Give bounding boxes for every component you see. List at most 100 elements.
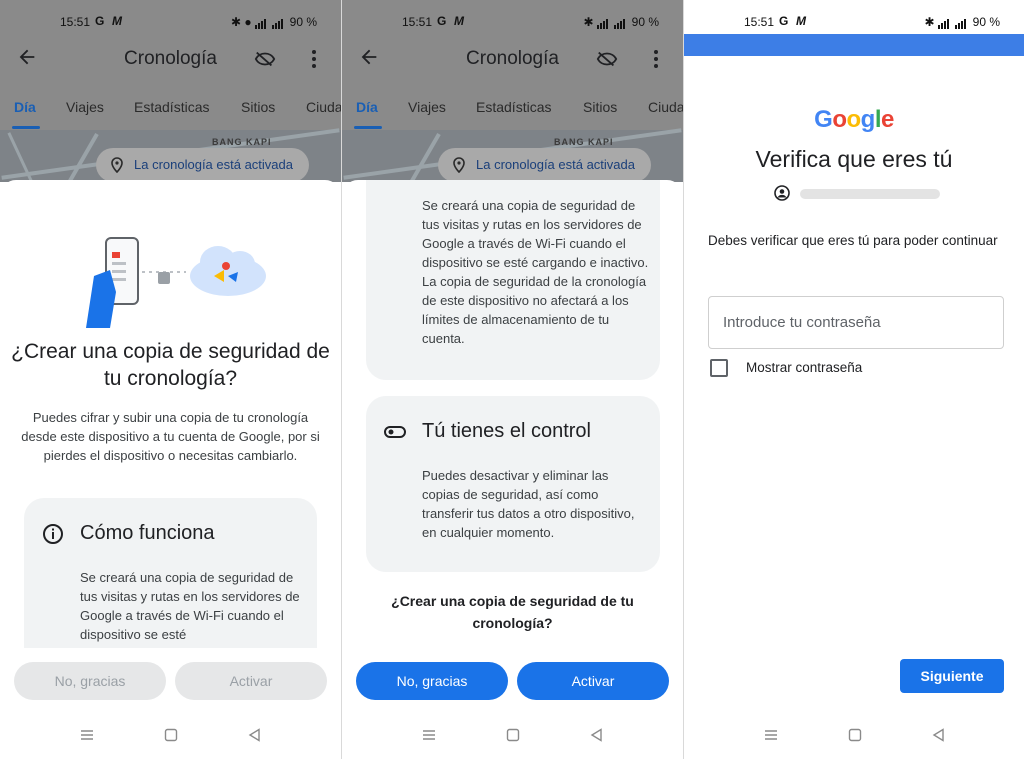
logo-letter: e — [881, 106, 894, 133]
location-off-icon[interactable] — [595, 48, 619, 70]
status-time: 15:51 — [744, 15, 775, 29]
backup-bottom-sheet: ¿Crear una copia de seguridad de tu cron… — [0, 180, 341, 660]
menu-nav-icon[interactable] — [764, 728, 778, 742]
decline-button[interactable]: No, gracias — [356, 662, 508, 700]
location-pin-icon — [111, 157, 123, 173]
signal-icon-2 — [614, 15, 626, 29]
password-input[interactable] — [708, 296, 1004, 349]
timeline-status-chip[interactable]: La cronología está activada — [438, 148, 651, 182]
action-bar: No, gracias Activar — [0, 648, 341, 759]
home-nav-icon[interactable] — [848, 728, 862, 742]
logo-letter: o — [846, 106, 861, 133]
google-logo: Google — [684, 106, 1024, 134]
chip-label: La cronología está activada — [476, 157, 635, 172]
status-bar: 15:51 G M ✱ 90 % — [342, 0, 683, 42]
app-bar: Cronología — [0, 42, 341, 78]
location-pin-icon — [453, 157, 465, 173]
back-nav-icon[interactable] — [590, 728, 604, 742]
menu-nav-icon[interactable] — [422, 728, 436, 742]
action-bar: No, gracias Activar — [342, 648, 683, 759]
home-nav-icon[interactable] — [506, 728, 520, 742]
activate-button[interactable]: Activar — [517, 662, 669, 700]
tab-sitios[interactable]: Sitios — [583, 99, 617, 115]
map-label: BANG KAPI — [212, 137, 272, 147]
tab-bar: Día Viajes Estadísticas Sitios Ciuda — [342, 92, 683, 129]
tab-viajes[interactable]: Viajes — [408, 99, 446, 115]
gmail-app-icon: M — [454, 14, 464, 28]
page-title: Cronología — [124, 48, 217, 69]
tab-indicator — [354, 126, 382, 129]
more-options-icon[interactable] — [308, 48, 320, 70]
backup-bottom-sheet-scrolled: Se creará una copia de seguridad de tus … — [342, 180, 683, 660]
system-nav-bar — [0, 726, 341, 748]
more-options-icon[interactable] — [650, 48, 662, 70]
verify-title: Verifica que eres tú — [755, 146, 953, 172]
tab-ciudades[interactable]: Ciuda — [648, 99, 683, 115]
activate-button[interactable]: Activar — [175, 662, 327, 700]
how-it-works-card: Se creará una copia de seguridad de tus … — [366, 180, 660, 380]
chip-label: La cronología está activada — [134, 157, 293, 172]
battery-level: 90 % — [972, 15, 1000, 29]
status-right: ✱ 90 % — [925, 15, 1000, 29]
tab-ciudades[interactable]: Ciuda — [306, 99, 341, 115]
bluetooth-icon: ✱ — [230, 15, 242, 29]
google-verify-screen: 15:51 G M ✱ 90 % Google Verifica que ere… — [684, 0, 1024, 759]
decline-button[interactable]: No, gracias — [14, 662, 166, 700]
back-nav-icon[interactable] — [248, 728, 262, 742]
google-app-icon: G — [95, 14, 105, 28]
battery-level: 90 % — [289, 15, 317, 29]
location-icon: ● — [244, 15, 252, 29]
signal-icon — [937, 15, 950, 29]
tab-dia[interactable]: Día — [356, 99, 378, 115]
tab-viajes[interactable]: Viajes — [66, 99, 104, 115]
google-app-icon: G — [779, 14, 789, 28]
timeline-backup-screen-1: 15:51 G M ✱ ● 90 % Cronología Día Viajes… — [0, 0, 341, 759]
tab-estadisticas[interactable]: Estadísticas — [134, 99, 209, 115]
tab-sitios[interactable]: Sitios — [241, 99, 275, 115]
status-right: ✱ 90 % — [584, 15, 659, 29]
gmail-app-icon: M — [112, 14, 122, 28]
app-bar: Cronología — [342, 42, 683, 78]
logo-letter: G — [814, 106, 833, 133]
verify-message: Debes verificar que eres tú para poder c… — [708, 233, 998, 248]
system-nav-bar — [342, 726, 683, 748]
backup-heading: ¿Crear una copia de seguridad de tu cron… — [11, 340, 330, 390]
map-label: BANG KAPI — [554, 137, 614, 147]
tab-estadisticas[interactable]: Estadísticas — [476, 99, 551, 115]
menu-nav-icon[interactable] — [80, 728, 94, 742]
bluetooth-icon: ✱ — [583, 15, 594, 29]
toggle-icon — [384, 426, 406, 438]
dimmed-background: 15:51 G M ✱ 90 % Cronología Día Viajes E… — [342, 0, 683, 182]
account-avatar-icon — [774, 185, 790, 201]
how-it-works-text-full: Se creará una copia de seguridad de tus … — [422, 198, 649, 346]
tab-dia[interactable]: Día — [14, 99, 36, 115]
how-it-works-text: Se creará una copia de seguridad de tus … — [80, 570, 300, 642]
battery-level: 90 % — [631, 15, 659, 29]
signal-icon — [254, 15, 267, 29]
google-app-icon: G — [437, 14, 447, 28]
progress-header-bar — [684, 34, 1024, 56]
show-password-checkbox[interactable] — [710, 359, 728, 377]
bluetooth-icon: ✱ — [924, 15, 935, 29]
gmail-app-icon: M — [796, 14, 806, 28]
signal-icon — [596, 15, 609, 29]
backup-intro: Puedes cifrar y subir una copia de tu cr… — [21, 410, 320, 463]
tab-indicator — [12, 126, 40, 129]
info-icon — [43, 524, 63, 544]
signal-icon-2 — [955, 15, 967, 29]
you-have-control-text: Puedes desactivar y eliminar las copias … — [422, 468, 635, 540]
status-time: 15:51 — [60, 15, 91, 29]
timeline-status-chip[interactable]: La cronología está activada — [96, 148, 309, 182]
next-button[interactable]: Siguiente — [900, 659, 1004, 693]
back-nav-icon[interactable] — [932, 728, 946, 742]
status-right: ✱ ● 90 % — [231, 15, 317, 29]
show-password-label[interactable]: Mostrar contraseña — [746, 360, 862, 375]
system-nav-bar — [684, 726, 1024, 748]
blurred-email — [800, 189, 940, 199]
status-bar: 15:51 G M ✱ ● 90 % — [0, 0, 341, 42]
home-nav-icon[interactable] — [164, 728, 178, 742]
logo-letter: g — [860, 106, 876, 133]
how-it-works-title: Cómo funciona — [80, 522, 215, 544]
page-title: Cronología — [466, 48, 559, 69]
location-off-icon[interactable] — [253, 48, 277, 70]
